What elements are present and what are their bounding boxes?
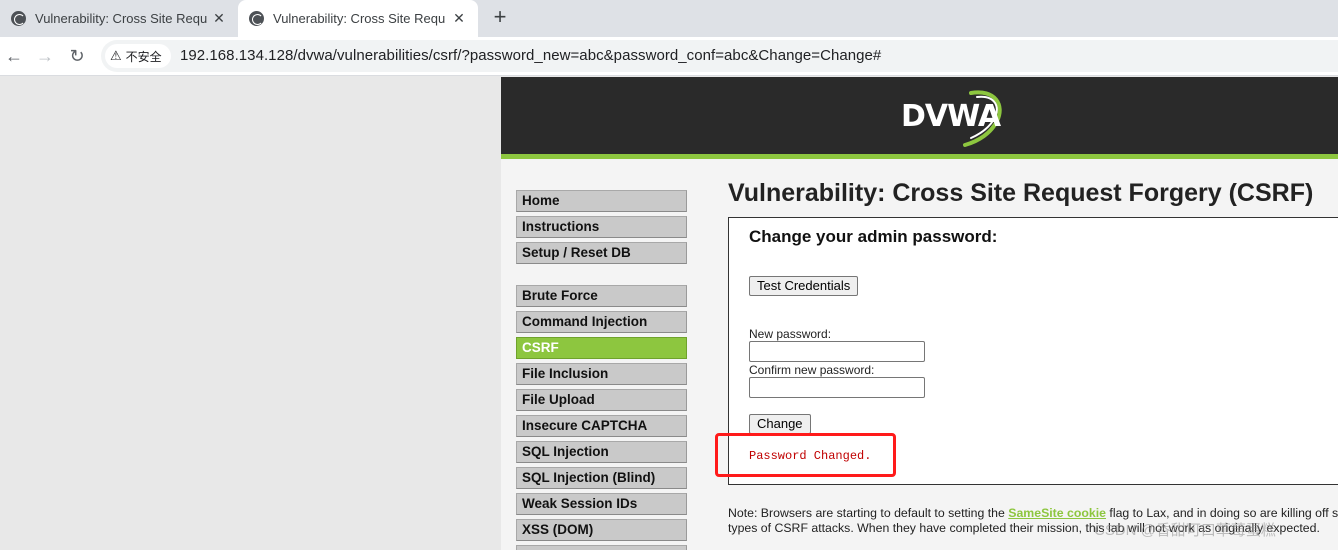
menu-item-next[interactable] [516,545,687,550]
test-credentials-button[interactable]: Test Credentials [749,276,859,296]
new-tab-plus-icon[interactable]: + [488,6,512,30]
tab-title: Vulnerability: Cross Site Request Forger… [273,11,445,26]
site-security-chip[interactable]: ⚠ 不安全 [105,44,171,68]
forward-arrow-icon[interactable]: → [32,43,58,69]
samesite-cookie-link[interactable]: SameSite cookie [1008,506,1106,520]
header-accent-stripe [501,154,1338,159]
dvwa-favicon-icon [249,11,264,26]
warning-triangle-icon: ⚠ [110,48,122,63]
dvwa-logo[interactable]: DVWA [897,87,1009,149]
address-bar[interactable]: ⚠ 不安全 192.168.134.128/dvwa/vulnerabiliti… [101,40,1338,72]
dvwa-header: DVWA [501,77,1338,159]
confirm-password-label: Confirm new password: [749,363,875,377]
reload-icon[interactable]: ↻ [64,43,90,69]
menu-item-brute-force[interactable]: Brute Force [516,285,687,307]
form-heading: Change your admin password: [749,227,998,246]
browser-tab-1[interactable]: Vulnerability: Cross Site Request Forger… [0,0,238,37]
new-password-label: New password: [749,327,832,341]
browser-tab-bar: Vulnerability: Cross Site Request Forger… [0,0,1338,37]
note-prefix: Note: Browsers are starting to default t… [728,506,1009,520]
menu-item-home[interactable]: Home [516,190,687,212]
dvwa-favicon-icon [11,11,26,26]
menu-item-csrf[interactable]: CSRF [516,337,687,359]
security-label: 不安全 [125,49,162,64]
tab-close-icon[interactable]: ✕ [210,9,228,27]
menu-item-sql-injection[interactable]: SQL Injection [516,441,687,463]
new-password-input[interactable] [749,341,925,362]
back-arrow-icon[interactable]: ← [1,43,27,69]
tab-close-icon[interactable]: ✕ [450,9,468,27]
logo-text: DVWA [901,99,1001,134]
page-title: Vulnerability: Cross Site Request Forger… [728,179,1314,207]
menu-item-insecure-captcha[interactable]: Insecure CAPTCHA [516,415,687,437]
url-text[interactable]: 192.168.134.128/dvwa/vulnerabilities/csr… [180,47,881,64]
menu-item-xss-dom[interactable]: XSS (DOM) [516,519,687,541]
menu-item-command-injection[interactable]: Command Injection [516,311,687,333]
menu-item-setup-reset-db[interactable]: Setup / Reset DB [516,242,687,264]
menu-item-weak-session-ids[interactable]: Weak Session IDs [516,493,687,515]
highlight-annotation-box [715,433,896,477]
menu-item-file-upload[interactable]: File Upload [516,389,687,411]
menu-item-sql-injection-blind[interactable]: SQL Injection (Blind) [516,467,687,489]
tab-title: Vulnerability: Cross Site Request Forger… [35,11,207,26]
menu-item-file-inclusion[interactable]: File Inclusion [516,363,687,385]
dvwa-page: DVWA Home Instructions Setup / Reset DB … [501,77,1338,550]
change-button[interactable]: Change [749,414,811,434]
menu-item-instructions[interactable]: Instructions [516,216,687,238]
browser-toolbar: ← → ↻ ⚠ 不安全 192.168.134.128/dvwa/vulnera… [0,37,1338,76]
confirm-password-input[interactable] [749,377,925,398]
csdn-watermark: CSDN @香甜可口草莓蛋糕 [1094,522,1276,539]
browser-tab-2[interactable]: Vulnerability: Cross Site Request Forger… [238,0,478,37]
